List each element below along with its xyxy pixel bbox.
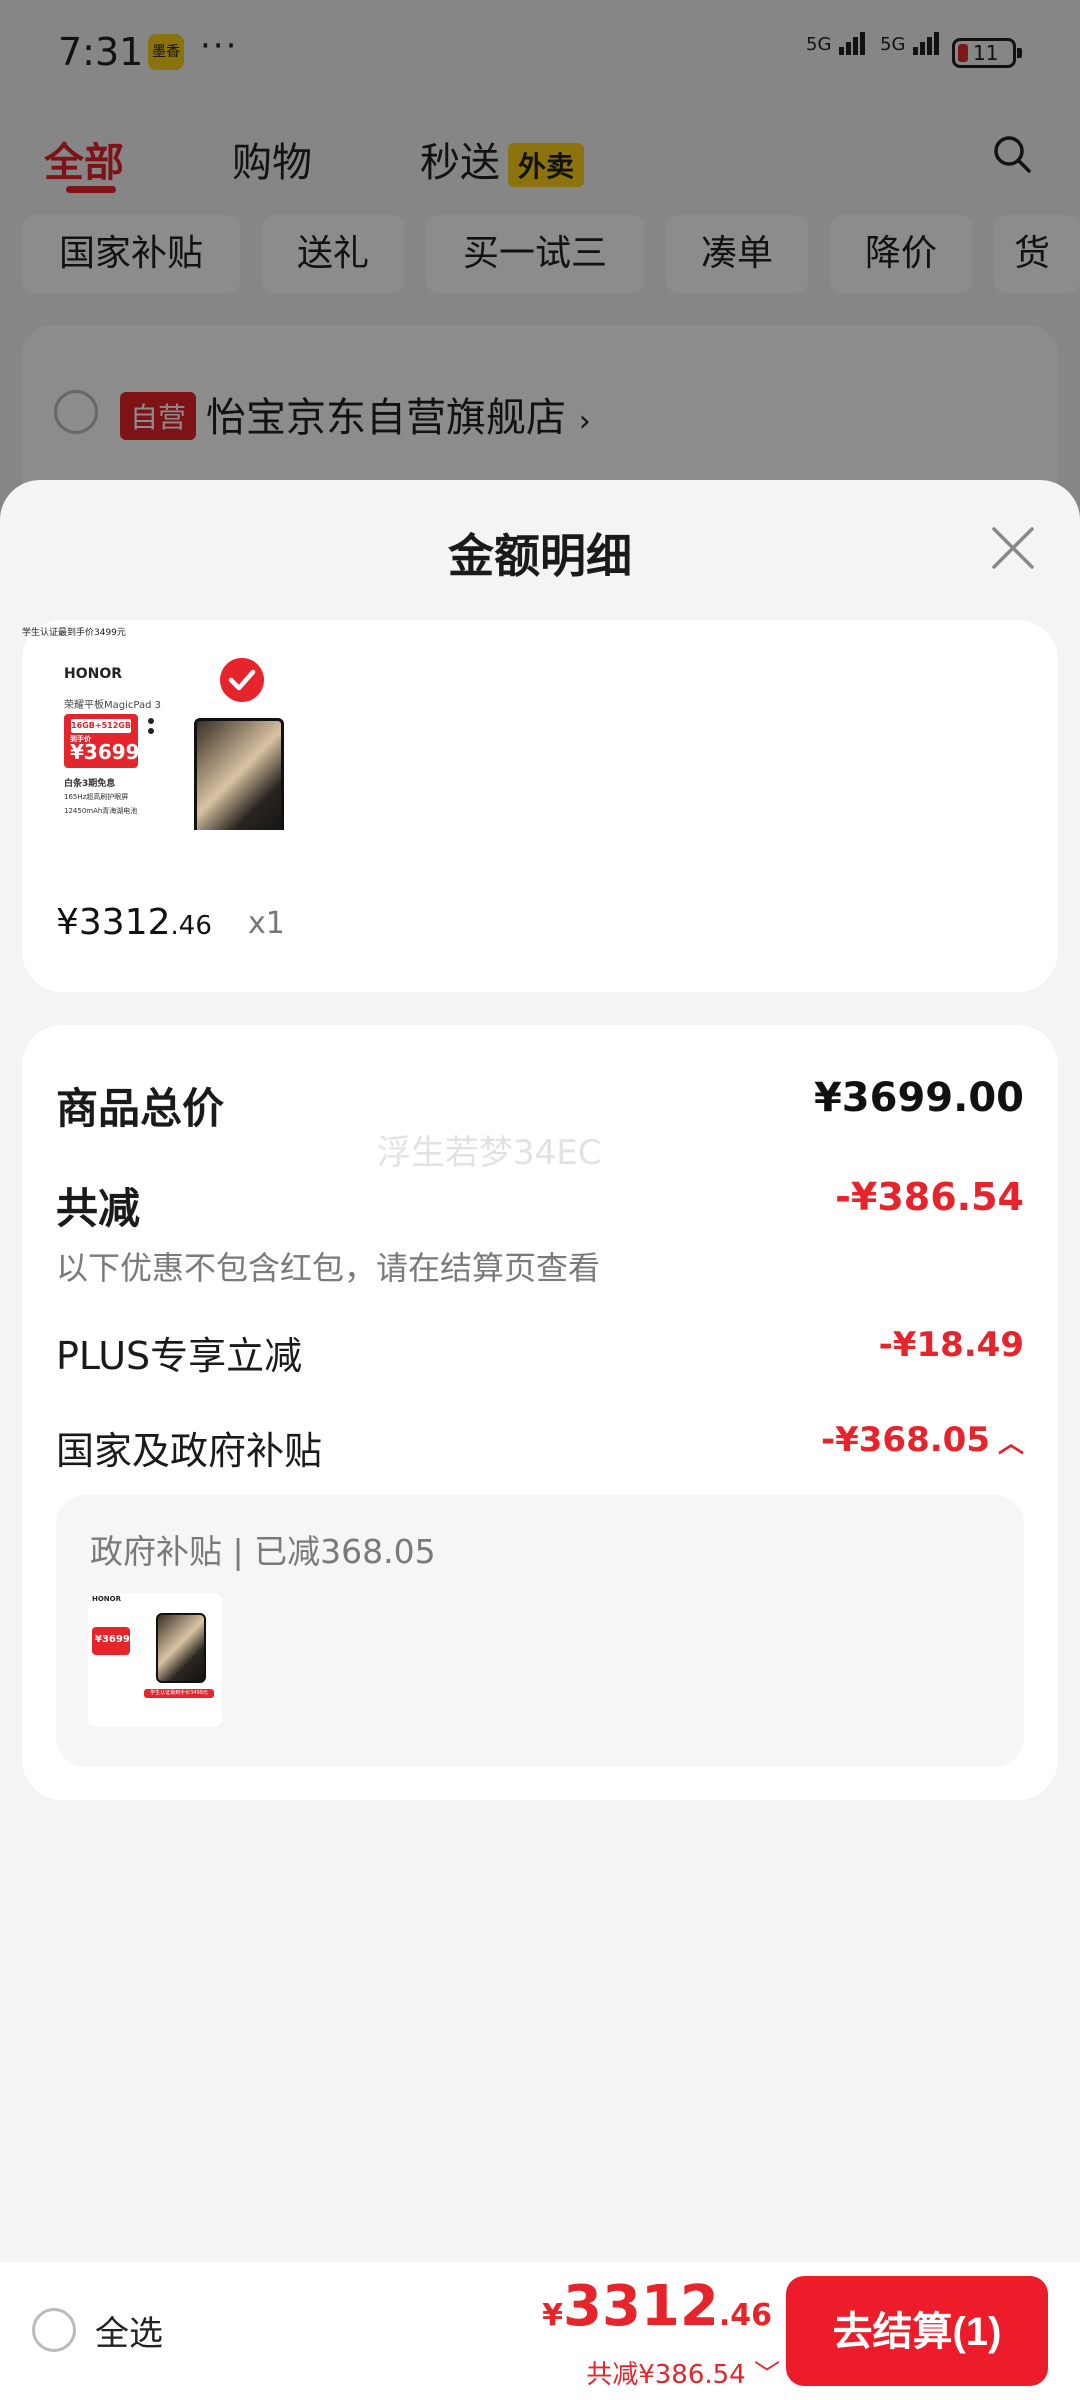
gov-subsidy-label: 国家及政府补贴 xyxy=(56,1429,323,1473)
gov-subsidy-row[interactable]: 国家及政府补贴 -¥368.05 ︿ xyxy=(56,1420,1024,1480)
reduce-note: 以下优惠不包含红包，请在结算页查看 xyxy=(56,1249,601,1287)
total-price-label: 商品总价 xyxy=(56,1084,225,1133)
tablet-image xyxy=(194,718,284,830)
product-card: HONOR 荣耀平板MagicPad 3 16GB+512GB 到手价 ¥369… xyxy=(22,620,1058,992)
total-decimal: .46 xyxy=(718,2298,772,2333)
thumb-spec: 16GB+512GB xyxy=(70,718,132,734)
selected-check-icon xyxy=(220,658,264,702)
thumb-model: 荣耀平板MagicPad 3 xyxy=(64,700,161,711)
product-price-decimal: .46 xyxy=(170,911,212,941)
reduce-row: 共减 -¥386.54 xyxy=(56,1175,1024,1235)
reduce-label: 共减 xyxy=(56,1184,141,1233)
close-icon[interactable] xyxy=(990,525,1036,571)
plus-discount-row: PLUS专享立减 -¥18.49 xyxy=(56,1325,1024,1385)
plus-discount-value: -¥18.49 xyxy=(878,1325,1024,1365)
product-price-main: ¥3312 xyxy=(56,902,171,943)
plus-discount-label: PLUS专享立减 xyxy=(56,1334,303,1378)
thumb-price-box: 16GB+512GB 到手价 ¥3699 xyxy=(64,714,140,768)
total-main: 3312 xyxy=(562,2274,719,2339)
reduce-note-row: 以下优惠不包含红包，请在结算页查看 xyxy=(56,1243,1024,1289)
thumb-tagline: 学生认证最到手价3499元 xyxy=(144,1689,214,1698)
checkout-button[interactable]: 去结算(1) xyxy=(786,2276,1048,2386)
chevron-up-icon[interactable]: ︿ xyxy=(998,1423,1024,1460)
gov-subsidy-panel: 政府补贴 | 已减368.05 HONOR ¥3699 学生认证最到手价3499… xyxy=(56,1495,1024,1767)
discount-note[interactable]: 共减¥386.54 ﹀ xyxy=(586,2354,780,2391)
amount-detail-sheet: 金额明细 HONOR 荣耀平板MagicPad 3 16GB+512GB 到手价… xyxy=(0,480,1080,2400)
total-yen: ¥ xyxy=(542,2298,563,2333)
bottom-checkout-bar: 全选 ¥3312.46 共减¥386.54 ﹀ 去结算(1) xyxy=(0,2262,1080,2400)
thumb-price-box: ¥3699 xyxy=(92,1627,130,1655)
thumb-camera-dot xyxy=(148,728,154,734)
thumb-price: ¥3699 xyxy=(95,1634,130,1645)
product-price: ¥3312.46 xyxy=(56,902,212,943)
total-price-value: ¥3699.00 xyxy=(813,1075,1024,1121)
sheet-title: 金额明细 xyxy=(448,529,632,583)
thumb-feature-1: 白条3期免息 xyxy=(64,779,116,789)
chevron-down-icon[interactable]: ﹀ xyxy=(754,2360,780,2390)
gov-subsidy-value[interactable]: -¥368.05 ︿ xyxy=(821,1420,1024,1460)
thumb-tagline: 学生认证最到手价3499元 xyxy=(22,628,126,638)
thumb-price: ¥3699 xyxy=(70,740,140,764)
thumb-brand: HONOR xyxy=(64,666,123,682)
product-quantity: x1 xyxy=(248,906,285,941)
total-price-row: 商品总价 ¥3699.00 xyxy=(56,1075,1024,1135)
thumb-brand: HONOR xyxy=(92,1595,122,1603)
subsidy-product-thumbnail[interactable]: HONOR ¥3699 学生认证最到手价3499元 xyxy=(88,1593,222,1727)
total-price: ¥3312.46 xyxy=(542,2274,772,2339)
price-summary-card: 浮生若梦34EC 商品总价 ¥3699.00 共减 -¥386.54 以下优惠不… xyxy=(22,1025,1058,1800)
gov-subsidy-panel-title: 政府补贴 | 已减368.05 xyxy=(90,1532,436,1571)
thumb-feature-2: 165Hz超高刷护眼屏 xyxy=(64,793,129,801)
select-all-radio[interactable] xyxy=(32,2308,76,2352)
thumb-feature-3: 12450mAh青海湖电池 xyxy=(64,807,138,815)
select-all-label[interactable]: 全选 xyxy=(95,2306,163,2355)
thumb-camera-dot xyxy=(148,718,154,724)
reduce-value: -¥386.54 xyxy=(835,1175,1024,1219)
tablet-image xyxy=(156,1613,206,1683)
